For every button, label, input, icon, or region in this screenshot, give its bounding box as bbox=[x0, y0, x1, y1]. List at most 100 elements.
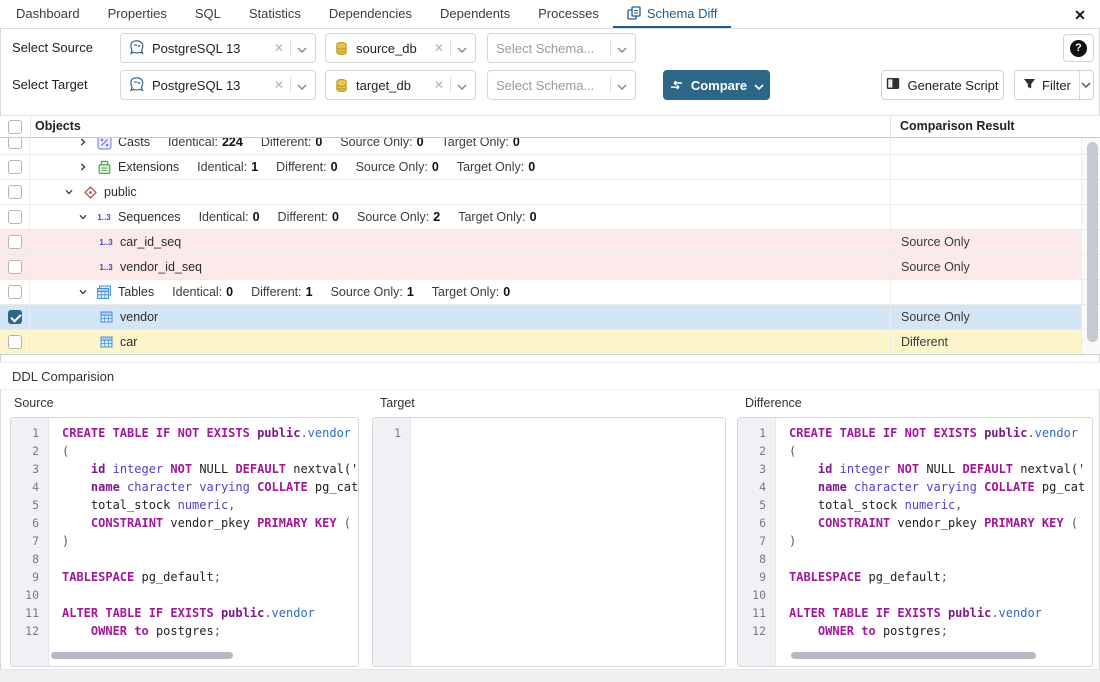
divider bbox=[610, 77, 611, 93]
line-number: 7 bbox=[11, 532, 48, 550]
row-checkbox[interactable] bbox=[8, 138, 22, 149]
chevron-down-icon[interactable] bbox=[457, 41, 467, 56]
chevron-down-icon[interactable] bbox=[76, 210, 90, 224]
code-line: ) bbox=[62, 532, 358, 550]
code-line: name character varying COLLATE pg_cat bbox=[789, 478, 1092, 496]
line-number-gutter: 1 bbox=[373, 418, 411, 666]
source-server-value: PostgreSQL 13 bbox=[152, 41, 268, 56]
tab-sql[interactable]: SQL bbox=[181, 0, 235, 28]
chevron-down-icon[interactable] bbox=[617, 78, 627, 93]
line-number: 10 bbox=[738, 586, 775, 604]
code-line: id integer NOT NULL DEFAULT nextval(' bbox=[62, 460, 358, 478]
target-code-area[interactable] bbox=[412, 418, 725, 666]
row-checkbox-cell bbox=[0, 138, 30, 154]
filter-menu-chevron[interactable] bbox=[1080, 71, 1094, 99]
object-label: car_id_seq bbox=[120, 235, 181, 249]
clear-icon[interactable]: ✕ bbox=[434, 78, 444, 92]
line-number: 8 bbox=[738, 550, 775, 568]
stat-identical: Identical:1 bbox=[197, 160, 258, 174]
sequence-icon: 1..3 bbox=[98, 260, 114, 275]
difference-code-area[interactable]: CREATE TABLE IF NOT EXISTS public.vendor… bbox=[777, 418, 1092, 666]
row-checkbox[interactable] bbox=[8, 185, 22, 199]
row-checkbox[interactable] bbox=[8, 160, 22, 174]
row-checkbox-cell bbox=[0, 180, 30, 204]
clear-icon[interactable]: ✕ bbox=[274, 78, 284, 92]
table-row[interactable]: carDifferent bbox=[0, 330, 1100, 354]
stat-target-only: Target Only:0 bbox=[432, 285, 510, 299]
row-checkbox-cell bbox=[0, 280, 30, 304]
chevron-down-icon[interactable] bbox=[297, 41, 307, 56]
grid-vertical-scrollbar[interactable] bbox=[1087, 142, 1098, 344]
sequence-icon: 1..3 bbox=[98, 235, 114, 250]
source-db-select[interactable]: source_db ✕ bbox=[325, 33, 476, 63]
clear-icon[interactable]: ✕ bbox=[274, 41, 284, 55]
chevron-right-icon[interactable] bbox=[76, 160, 90, 174]
row-checkbox[interactable] bbox=[8, 260, 22, 274]
code-line bbox=[424, 424, 725, 442]
object-cell: CastsIdentical:224Different:0Source Only… bbox=[30, 138, 890, 154]
close-icon[interactable]: ✕ bbox=[1070, 5, 1090, 25]
code-line bbox=[789, 586, 1092, 604]
clear-icon[interactable]: ✕ bbox=[434, 41, 444, 55]
help-button[interactable]: ? bbox=[1063, 34, 1094, 62]
row-checkbox[interactable] bbox=[8, 335, 22, 349]
comparison-result-column-header: Comparison Result bbox=[900, 119, 1015, 133]
chevron-right-icon[interactable] bbox=[76, 138, 90, 149]
tables-icon bbox=[96, 285, 112, 300]
chevron-down-icon[interactable] bbox=[62, 185, 76, 199]
table-row[interactable]: CastsIdentical:224Different:0Source Only… bbox=[0, 138, 1100, 155]
row-checkbox[interactable] bbox=[8, 310, 22, 324]
object-cell: public bbox=[30, 180, 890, 204]
chevron-down-icon[interactable] bbox=[297, 78, 307, 93]
tab-properties[interactable]: Properties bbox=[94, 0, 181, 28]
divider bbox=[290, 77, 291, 93]
chevron-down-icon[interactable] bbox=[617, 41, 627, 56]
target-db-value: target_db bbox=[356, 78, 428, 93]
target-schema-select[interactable]: Select Schema... bbox=[487, 70, 636, 100]
line-number: 6 bbox=[11, 514, 48, 532]
select-all-checkbox[interactable] bbox=[8, 120, 22, 134]
code-line: CONSTRAINT vendor_pkey PRIMARY KEY ( bbox=[789, 514, 1092, 532]
line-number: 5 bbox=[11, 496, 48, 514]
target-ddl-editor: 1 bbox=[372, 417, 726, 667]
table-row[interactable]: vendorSource Only bbox=[0, 305, 1100, 330]
source-server-select[interactable]: PostgreSQL 13 ✕ bbox=[120, 33, 316, 63]
table-row[interactable]: 1..3vendor_id_seqSource Only bbox=[0, 255, 1100, 280]
generate-script-button[interactable]: Generate Script bbox=[881, 70, 1004, 100]
target-db-select[interactable]: target_db ✕ bbox=[325, 70, 476, 100]
row-checkbox-cell bbox=[0, 205, 30, 229]
table-row[interactable]: 1..3car_id_seqSource Only bbox=[0, 230, 1100, 255]
horizontal-scrollbar-thumb[interactable] bbox=[51, 652, 233, 659]
row-checkbox[interactable] bbox=[8, 210, 22, 224]
source-schema-select[interactable]: Select Schema... bbox=[487, 33, 636, 63]
chevron-down-icon[interactable] bbox=[457, 78, 467, 93]
compare-button[interactable]: Compare bbox=[663, 70, 770, 100]
scrollbar-thumb[interactable] bbox=[1087, 142, 1098, 342]
tab-processes[interactable]: Processes bbox=[524, 0, 613, 28]
line-number: 5 bbox=[738, 496, 775, 514]
tab-bar: Dashboard Properties SQL Statistics Depe… bbox=[0, 0, 1100, 29]
chevron-down-icon[interactable] bbox=[76, 285, 90, 299]
object-cell: ExtensionsIdentical:1Different:0Source O… bbox=[30, 155, 890, 179]
row-checkbox[interactable] bbox=[8, 235, 22, 249]
tab-dependencies[interactable]: Dependencies bbox=[315, 0, 426, 28]
table-row[interactable]: ExtensionsIdentical:1Different:0Source O… bbox=[0, 155, 1100, 180]
table-row[interactable]: TablesIdentical:0Different:1Source Only:… bbox=[0, 280, 1100, 305]
object-label: car bbox=[120, 335, 137, 349]
object-label: Casts bbox=[118, 138, 150, 149]
window-bottom-edge bbox=[0, 669, 1100, 682]
tab-dependents[interactable]: Dependents bbox=[426, 0, 524, 28]
tab-dashboard[interactable]: Dashboard bbox=[2, 0, 94, 28]
tab-schema-diff[interactable]: Schema Diff bbox=[613, 0, 732, 28]
target-server-select[interactable]: PostgreSQL 13 ✕ bbox=[120, 70, 316, 100]
stat-source-only: Source Only:1 bbox=[331, 285, 414, 299]
table-row[interactable]: public bbox=[0, 180, 1100, 205]
stat-target-only: Target Only:0 bbox=[457, 160, 535, 174]
source-code-area[interactable]: CREATE TABLE IF NOT EXISTS public.vendor… bbox=[50, 418, 358, 666]
filter-button[interactable]: Filter bbox=[1015, 71, 1079, 99]
horizontal-scrollbar-thumb[interactable] bbox=[791, 652, 1036, 659]
table-row[interactable]: 1..3SequencesIdentical:0Different:0Sourc… bbox=[0, 205, 1100, 230]
tab-statistics[interactable]: Statistics bbox=[235, 0, 315, 28]
row-checkbox[interactable] bbox=[8, 285, 22, 299]
row-checkbox-cell bbox=[0, 255, 30, 279]
